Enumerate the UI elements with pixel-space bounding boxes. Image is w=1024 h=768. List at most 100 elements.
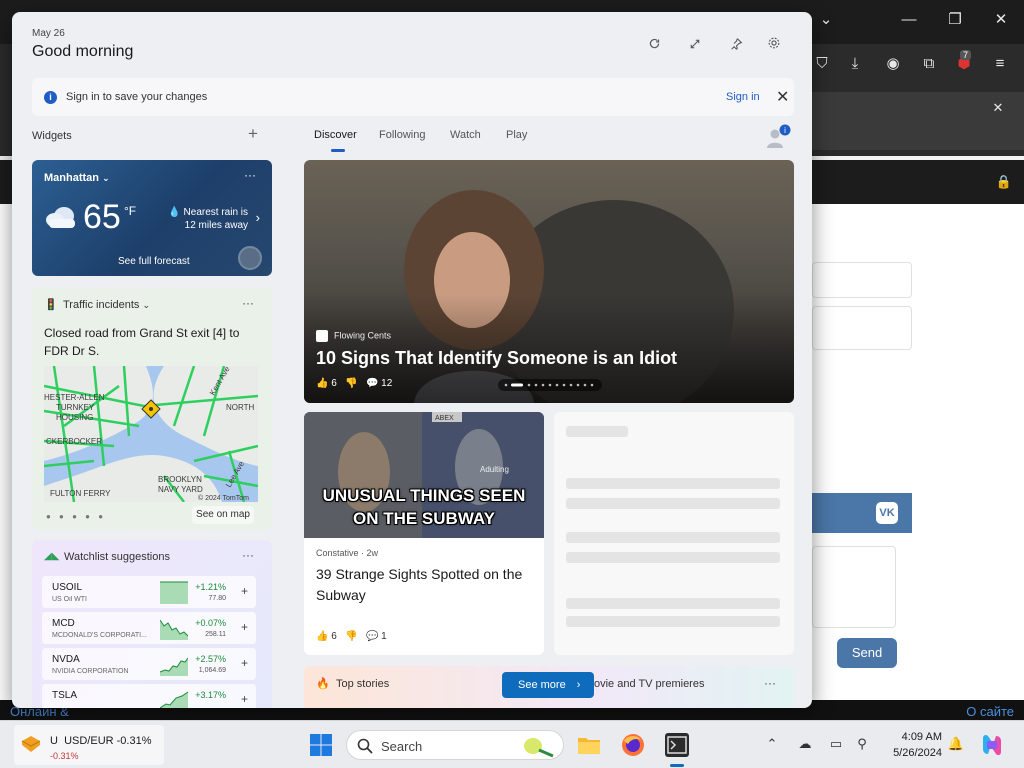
banner-close-icon[interactable]: ✕ bbox=[986, 98, 1010, 118]
message-textarea[interactable] bbox=[812, 546, 896, 628]
menu-icon[interactable]: ≡ bbox=[988, 54, 1012, 74]
account-icon[interactable]: ◉ bbox=[881, 54, 905, 74]
clock-date: 5/26/2024 bbox=[893, 747, 942, 759]
stock-row[interactable]: NVDA NVIDIA CORPORATION +2.57% 1,064.69 … bbox=[42, 648, 256, 680]
stock-name: MCDONALD'S CORPORATI... bbox=[52, 632, 147, 639]
skeleton-line bbox=[566, 532, 780, 543]
chevron-right-icon[interactable]: › bbox=[256, 210, 260, 225]
person-icon: i bbox=[767, 124, 791, 148]
carousel-dots[interactable]: ● ● ● ● ● bbox=[46, 512, 106, 521]
flame-icon: 🔥 bbox=[316, 678, 330, 690]
expand-icon[interactable] bbox=[685, 36, 705, 56]
download-icon[interactable]: ⤓ bbox=[843, 54, 867, 74]
stock-row[interactable]: TSLA +3.17% + bbox=[42, 684, 256, 708]
see-more-button[interactable]: See more › bbox=[502, 672, 594, 698]
subway-reactions: 👍 6 👎 💬 1 bbox=[316, 631, 387, 642]
notification-bell-icon[interactable]: 🔔 bbox=[947, 736, 965, 752]
footer-link-about[interactable]: O сайте bbox=[966, 704, 1014, 719]
dislike-icon[interactable]: 👎 bbox=[345, 378, 357, 389]
subway-sign-abex: ABEX bbox=[435, 415, 454, 422]
more-options-icon[interactable]: ··· bbox=[242, 548, 254, 562]
pin-icon[interactable] bbox=[726, 36, 746, 56]
stock-price: 258.11 bbox=[205, 631, 226, 638]
shield-icon[interactable]: ⛉ bbox=[810, 54, 834, 74]
close-window-icon[interactable]: ✕ bbox=[989, 10, 1013, 30]
stock-change: +2.57% bbox=[195, 654, 226, 664]
sparkline-chart bbox=[160, 657, 188, 676]
widgets-ticker-button[interactable]: U USD/EUR -0.31% -0.31% bbox=[14, 725, 164, 765]
add-stock-icon[interactable]: + bbox=[241, 656, 248, 670]
add-stock-icon[interactable]: + bbox=[241, 584, 248, 598]
hero-news-card[interactable]: Flowing Cents 10 Signs That Identify Som… bbox=[304, 160, 794, 403]
dislike-icon[interactable]: 👎 bbox=[345, 631, 357, 642]
hero-headline[interactable]: 10 Signs That Identify Someone is an Idi… bbox=[316, 348, 677, 369]
hero-source: Flowing Cents bbox=[316, 330, 391, 342]
tab-following[interactable]: Following bbox=[379, 129, 425, 141]
traffic-title[interactable]: Traffic incidents ⌄ bbox=[63, 299, 150, 311]
display-icon[interactable]: ▭ bbox=[827, 736, 845, 752]
chevron-down-icon: ⌄ bbox=[142, 300, 151, 310]
stock-change: +1.21% bbox=[195, 582, 226, 592]
radar-thumbnail[interactable] bbox=[238, 246, 262, 270]
skeleton-line bbox=[566, 598, 780, 609]
file-explorer-icon[interactable] bbox=[575, 731, 603, 759]
stock-row[interactable]: MCD MCDONALD'S CORPORATI... +0.07% 258.1… bbox=[42, 612, 256, 644]
refresh-icon[interactable] bbox=[644, 36, 664, 56]
carousel-pager[interactable] bbox=[498, 379, 602, 391]
tab-dropdown-icon[interactable]: ⌄ bbox=[814, 10, 838, 30]
comment-icon[interactable]: 💬 bbox=[366, 378, 378, 389]
more-options-icon[interactable]: ··· bbox=[244, 168, 256, 182]
traffic-map[interactable]: HESTER-ALLEN TURNKEY HOUSING CKERBOCKER … bbox=[44, 366, 258, 502]
traffic-widget[interactable]: 🚦 Traffic incidents ⌄ ··· Closed road fr… bbox=[32, 288, 272, 530]
comment-icon[interactable]: 💬 bbox=[366, 631, 378, 642]
signin-link[interactable]: Sign in bbox=[726, 91, 760, 103]
restore-icon[interactable]: ❐ bbox=[943, 10, 967, 30]
map-label-brooklyn: BROOKLYN bbox=[158, 475, 202, 484]
map-label-lester: HESTER-ALLEN bbox=[44, 393, 105, 402]
send-button[interactable]: Send bbox=[837, 638, 897, 668]
firefox-icon[interactable] bbox=[619, 731, 647, 759]
close-icon[interactable]: ✕ bbox=[776, 87, 789, 107]
like-icon[interactable]: 👍 bbox=[316, 631, 328, 642]
more-options-icon[interactable]: ··· bbox=[764, 676, 776, 690]
profile-avatar[interactable]: i bbox=[764, 124, 792, 150]
see-on-map-button[interactable]: See on map bbox=[192, 506, 254, 524]
copilot-icon[interactable] bbox=[979, 732, 1005, 758]
add-widget-icon[interactable]: + bbox=[248, 124, 258, 144]
like-icon[interactable]: 👍 bbox=[316, 378, 328, 389]
add-stock-icon[interactable]: + bbox=[241, 620, 248, 634]
tab-discover[interactable]: Discover bbox=[314, 129, 357, 141]
weather-widget[interactable]: Manhattan ⌄ ··· 65 °F 💧 Nearest rain is … bbox=[32, 160, 272, 276]
add-stock-icon[interactable]: + bbox=[241, 692, 248, 706]
gear-icon[interactable] bbox=[764, 36, 784, 56]
weather-location[interactable]: Manhattan ⌄ bbox=[44, 172, 110, 184]
subway-headline[interactable]: 39 Strange Sights Spotted on the Subway bbox=[316, 564, 536, 606]
stock-row[interactable]: USOIL US Oil WTI +1.21% 77.80 + bbox=[42, 576, 256, 608]
traffic-light-icon: 🚦 bbox=[44, 299, 58, 311]
page-field[interactable] bbox=[812, 262, 912, 298]
chevron-down-icon: ⌄ bbox=[102, 173, 110, 183]
windows-start-icon[interactable] bbox=[309, 733, 333, 757]
lock-icon[interactable]: 🔒 bbox=[992, 172, 1016, 192]
minimize-icon[interactable]: — bbox=[897, 10, 921, 30]
skeleton-line bbox=[566, 498, 780, 509]
network-volume-icon[interactable]: ⚲ bbox=[853, 736, 871, 752]
temperature: 65 bbox=[83, 198, 121, 236]
stock-symbol: USOIL bbox=[52, 582, 83, 593]
cloud-offline-icon[interactable]: ☁ bbox=[796, 736, 814, 752]
taskbar-clock[interactable]: 4:09 AM 5/26/2024 bbox=[880, 729, 942, 761]
header-date: May 26 bbox=[32, 28, 65, 39]
terminal-app-icon[interactable] bbox=[663, 731, 691, 759]
subway-news-card[interactable]: ABEX Adulting UNUSUAL THINGS SEEN ON THE… bbox=[304, 412, 544, 655]
top-stories-label: Top stories bbox=[336, 678, 390, 690]
taskbar-search-box[interactable]: Search bbox=[346, 730, 564, 760]
chevron-up-icon[interactable]: ⌃ bbox=[763, 736, 781, 752]
forecast-link[interactable]: See full forecast bbox=[118, 256, 190, 267]
more-options-icon[interactable]: ··· bbox=[242, 296, 254, 310]
page-field[interactable] bbox=[812, 306, 912, 350]
loading-card-skeleton bbox=[554, 412, 794, 655]
watchlist-widget[interactable]: ◢◣ Watchlist suggestions ··· USOIL US Oi… bbox=[32, 540, 272, 708]
tab-watch[interactable]: Watch bbox=[450, 129, 481, 141]
extensions-icon[interactable]: ⧉ bbox=[917, 54, 941, 74]
tab-play[interactable]: Play bbox=[506, 129, 527, 141]
